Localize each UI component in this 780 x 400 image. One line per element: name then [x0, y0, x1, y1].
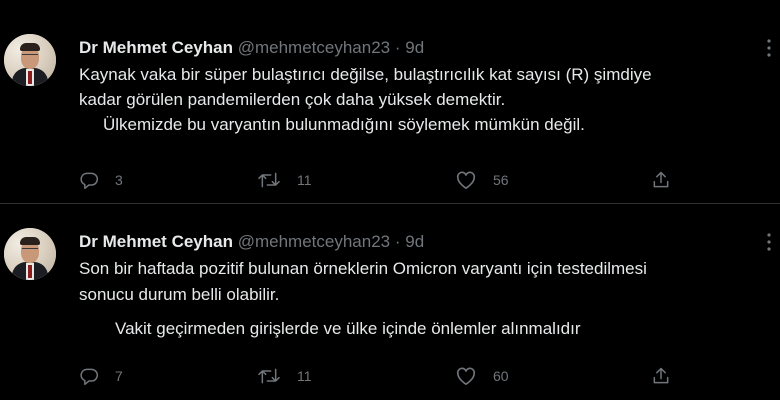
reply-button[interactable]: 7: [79, 364, 123, 388]
separator-dot: ·: [394, 38, 401, 57]
author-handle[interactable]: @mehmetceyhan23: [238, 232, 390, 251]
author-handle[interactable]: @mehmetceyhan23: [238, 38, 390, 57]
share-button[interactable]: [651, 168, 671, 192]
tweet[interactable]: Dr Mehmet Ceyhan @mehmetceyhan23 · 9d Ka…: [0, 0, 780, 203]
like-button[interactable]: 56: [455, 168, 509, 192]
tweet-header: Dr Mehmet Ceyhan @mehmetceyhan23 · 9d: [79, 38, 424, 58]
tweet-text-line: kadar görülen pandemilerden çok daha yük…: [79, 90, 506, 109]
share-button[interactable]: [651, 364, 671, 388]
tweet-text-line: Ülkemizde bu varyantın bulunmadığını söy…: [103, 115, 585, 134]
reply-icon: [80, 172, 99, 190]
heart-icon: [456, 171, 476, 189]
tweet-actions: 7 11 60: [79, 364, 679, 388]
tweet-header: Dr Mehmet Ceyhan @mehmetceyhan23 · 9d: [79, 232, 424, 252]
reply-count: 7: [115, 368, 123, 384]
avatar[interactable]: [4, 228, 56, 280]
reply-count: 3: [115, 172, 123, 188]
retweet-button[interactable]: 11: [257, 168, 312, 192]
retweet-icon: [258, 368, 280, 384]
author-name[interactable]: Dr Mehmet Ceyhan: [79, 38, 233, 57]
like-count: 56: [493, 172, 509, 188]
tweet-timestamp[interactable]: 9d: [405, 232, 424, 251]
retweet-button[interactable]: 11: [257, 364, 312, 388]
tweet-actions: 3 11 56: [79, 168, 679, 192]
retweet-icon: [258, 172, 280, 188]
retweet-count: 11: [297, 368, 312, 384]
reply-button[interactable]: 3: [79, 168, 123, 192]
like-button[interactable]: 60: [455, 364, 509, 388]
tweet-text: Kaynak vaka bir süper bulaştırıcı değils…: [79, 62, 779, 137]
more-icon[interactable]: [762, 38, 776, 57]
reply-icon: [80, 368, 99, 386]
author-name[interactable]: Dr Mehmet Ceyhan: [79, 232, 233, 251]
heart-icon: [456, 367, 476, 385]
tweet-timestamp[interactable]: 9d: [405, 38, 424, 57]
tweet-text-line: sonucu durum belli olabilir.: [79, 285, 280, 304]
separator-dot: ·: [394, 232, 401, 251]
tweet-text-line: Son bir haftada pozitif bulunan örnekler…: [79, 259, 647, 278]
more-icon[interactable]: [762, 232, 776, 251]
tweet-text: Son bir haftada pozitif bulunan örnekler…: [79, 256, 779, 342]
tweet-text-line: Kaynak vaka bir süper bulaştırıcı değils…: [79, 65, 652, 84]
tweet[interactable]: Dr Mehmet Ceyhan @mehmetceyhan23 · 9d So…: [0, 204, 780, 400]
tweet-text-line: Vakit geçirmeden girişlerde ve ülke için…: [115, 319, 581, 338]
like-count: 60: [493, 368, 509, 384]
share-icon: [653, 367, 669, 384]
avatar[interactable]: [4, 34, 56, 86]
retweet-count: 11: [297, 172, 312, 188]
share-icon: [653, 171, 669, 188]
